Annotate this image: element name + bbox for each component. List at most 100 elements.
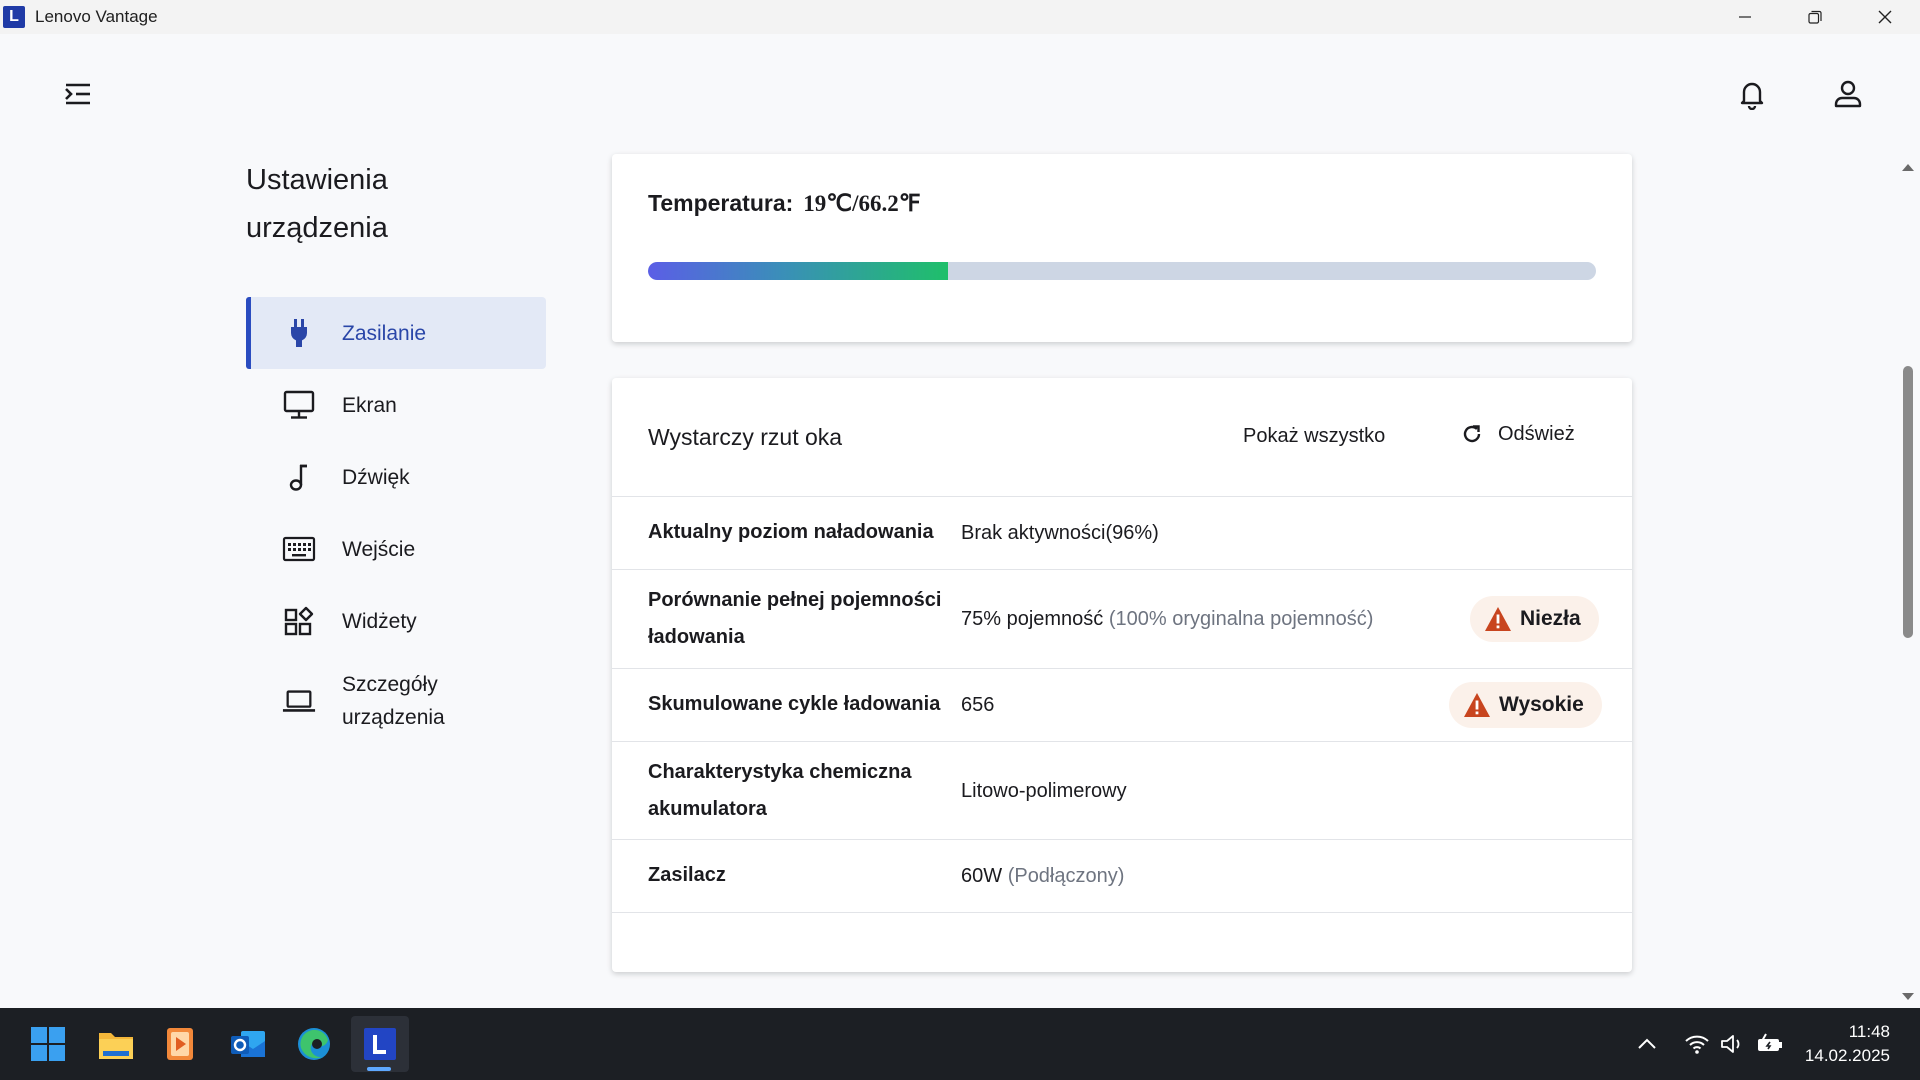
row-value-note: (100% oryginalna pojemność): [1108, 608, 1374, 630]
row-value-text: 60W: [961, 865, 1003, 887]
table-row: Charakterystyka chemiczna akumulatora Li…: [612, 742, 1632, 840]
title-bar: L Lenovo Vantage: [0, 0, 1920, 34]
outlook-icon: [231, 1031, 265, 1057]
table-row: Porównanie pełnej pojemności ładowania 7…: [612, 570, 1632, 669]
temperature-bar-fill: [648, 262, 948, 280]
temperature-label: Temperatura:: [648, 190, 794, 216]
row-label: Aktualny poziom naładowania: [648, 521, 934, 543]
refresh-label: Odśwież: [1498, 422, 1575, 445]
monitor-icon: [282, 388, 316, 422]
warning-icon: [1464, 693, 1490, 717]
scroll-up-button[interactable]: [1900, 160, 1916, 172]
taskbar-outlook[interactable]: [226, 1022, 270, 1066]
taskbar-clock[interactable]: 11:48 14.02.2025: [1805, 1020, 1890, 1068]
refresh-button[interactable]: Odśwież: [1460, 422, 1575, 446]
close-button[interactable]: [1850, 0, 1920, 34]
badge-label: Niezła: [1520, 607, 1581, 630]
start-icon: [31, 1027, 65, 1061]
status-badge: Niezła: [1470, 596, 1599, 642]
taskbar-media-player[interactable]: [158, 1022, 202, 1066]
taskbar-edge[interactable]: [292, 1022, 336, 1066]
show-hidden-icons-button[interactable]: [1636, 1008, 1658, 1080]
taskbar-file-explorer[interactable]: [94, 1022, 138, 1066]
close-icon: [1878, 10, 1892, 24]
sidebar-item-label: Zasilanie: [342, 321, 427, 345]
menu-toggle-button[interactable]: [62, 80, 94, 108]
row-value: Litowo-polimerowy: [961, 780, 1127, 803]
taskbar-lenovo-vantage[interactable]: [351, 1016, 409, 1072]
sidebar-item-label: Ekran: [342, 393, 397, 417]
app-logo-icon: L: [3, 6, 25, 28]
badge-label: Wysokie: [1499, 693, 1584, 716]
sidebar-item-label: Dźwięk: [342, 465, 410, 489]
bell-icon: [1740, 82, 1764, 111]
temperature-heading: Temperatura: 19℃/66.2℉: [648, 190, 921, 217]
minimize-icon: [1739, 16, 1751, 18]
clock-date: 14.02.2025: [1804, 1046, 1890, 1065]
plug-icon: [282, 316, 316, 350]
arrow-down-icon: [1902, 993, 1914, 1000]
row-value-text: Brak aktywności(96%): [961, 522, 1159, 544]
account-button[interactable]: [1832, 78, 1864, 110]
row-value-text: 656: [961, 694, 995, 716]
table-row: Zasilacz 60W (Podłączony): [612, 840, 1632, 913]
glance-title: Wystarczy rzut oka: [648, 424, 843, 450]
minimize-button[interactable]: [1710, 0, 1780, 34]
sidebar-item-zasilanie[interactable]: Zasilanie: [246, 297, 546, 369]
network-button[interactable]: [1682, 1008, 1712, 1080]
sidebar-item-dzwiek[interactable]: Dźwięk: [246, 441, 546, 513]
glance-header: Wystarczy rzut oka Pokaż wszystko Odświe…: [612, 378, 1632, 497]
row-value: 60W (Podłączony): [961, 865, 1124, 888]
sidebar-item-szczegoly[interactable]: Szczegóły urządzenia: [246, 657, 546, 745]
file-explorer-icon: [99, 1033, 133, 1059]
keyboard-icon: [282, 532, 316, 566]
taskbar: 11:48 14.02.2025: [0, 1008, 1920, 1080]
restore-button[interactable]: [1780, 0, 1850, 34]
sidebar-item-ekran[interactable]: Ekran: [246, 369, 546, 441]
user-icon: [1834, 80, 1862, 108]
music-note-icon: [282, 460, 316, 494]
sidebar-item-wejscie[interactable]: Wejście: [246, 513, 546, 585]
row-value-note: (Podłączony): [1007, 865, 1125, 887]
media-player-icon: [167, 1028, 193, 1060]
row-label: Skumulowane cykle ładowania: [648, 693, 941, 715]
arrow-up-icon: [1902, 164, 1914, 171]
show-all-button[interactable]: Pokaż wszystko: [1243, 425, 1385, 448]
window-title: Lenovo Vantage: [35, 7, 158, 26]
row-value: 75% pojemność (100% oryginalna pojemność…: [961, 608, 1373, 631]
sidebar-title: Ustawienia urządzenia: [246, 164, 388, 244]
speaker-icon: [1721, 1035, 1740, 1053]
row-value: 656: [961, 694, 994, 717]
volume-button[interactable]: [1718, 1008, 1748, 1080]
battery-button[interactable]: [1754, 1008, 1786, 1080]
active-app-indicator: [367, 1067, 391, 1071]
start-button[interactable]: [26, 1022, 70, 1066]
table-row: Aktualny poziom naładowania Brak aktywno…: [612, 497, 1632, 570]
warning-icon: [1485, 607, 1511, 631]
scrollbar-thumb[interactable]: [1903, 366, 1913, 638]
row-label: Zasilacz: [648, 864, 726, 886]
sidebar-nav: Zasilanie Ekran Dźwięk Wejście Widżety S…: [246, 297, 546, 745]
row-label: Charakterystyka chemiczna akumulatora: [648, 761, 912, 820]
sidebar-item-widzety[interactable]: Widżety: [246, 585, 546, 657]
sidebar-item-label: Widżety: [342, 609, 417, 633]
restore-icon: [1808, 10, 1822, 24]
clock-time: 11:48: [1848, 1022, 1890, 1041]
scroll-down-button[interactable]: [1900, 990, 1916, 1002]
temperature-value: 19℃/66.2℉: [803, 191, 921, 216]
chevron-up-icon: [1638, 1038, 1656, 1049]
status-badge: Wysokie: [1449, 682, 1602, 728]
temperature-bar: [648, 262, 1596, 280]
menu-collapse-icon: [65, 83, 90, 105]
notifications-button[interactable]: [1736, 78, 1768, 111]
refresh-icon: [1463, 425, 1481, 443]
wifi-icon: [1685, 1035, 1709, 1054]
row-label: Porównanie pełnej pojemności ładowania: [648, 589, 942, 648]
widgets-icon: [282, 604, 316, 638]
laptop-icon: [282, 684, 316, 718]
battery-charging-icon: [1758, 1033, 1782, 1051]
row-value-text: 75% pojemność: [961, 608, 1104, 630]
row-value: Brak aktywności(96%): [961, 522, 1159, 545]
row-value-text: Litowo-polimerowy: [961, 780, 1127, 802]
window-controls: [1710, 0, 1920, 34]
